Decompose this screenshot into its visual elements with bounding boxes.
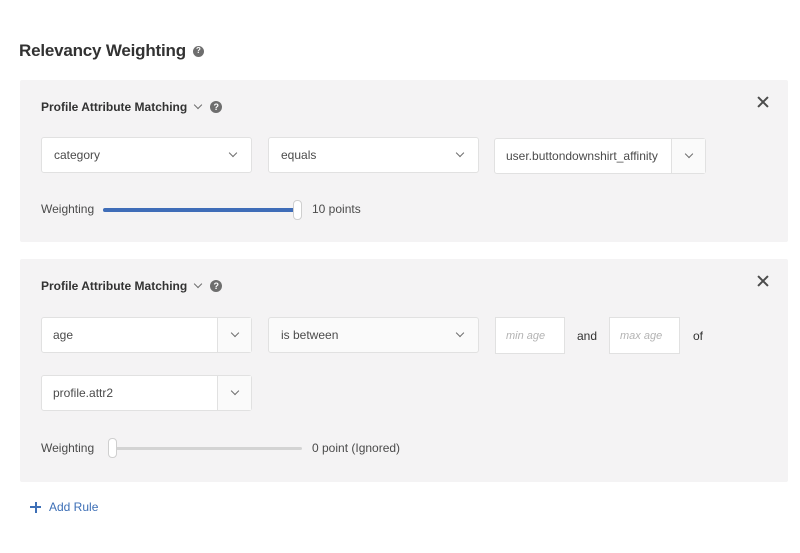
chevron-down-icon: [230, 386, 239, 396]
rule-type-dropdown[interactable]: Profile Attribute Matching ?: [41, 100, 223, 114]
remove-rule-close-icon[interactable]: [756, 95, 770, 109]
weighting-slider[interactable]: [103, 200, 302, 220]
min-age-input[interactable]: min age: [495, 317, 565, 354]
slider-fill: [103, 208, 297, 212]
chevron-down-icon: [230, 328, 239, 338]
attribute-combobox-input[interactable]: age: [42, 318, 218, 352]
rule-type-dropdown[interactable]: Profile Attribute Matching ?: [41, 279, 223, 293]
section-title: Relevancy Weighting ?: [19, 41, 204, 61]
help-icon[interactable]: ?: [210, 101, 223, 113]
chevron-down-icon[interactable]: [193, 279, 203, 289]
operator-select[interactable]: equals: [268, 137, 479, 173]
remove-rule-close-icon[interactable]: [756, 274, 770, 288]
rule-type-label: Profile Attribute Matching: [41, 100, 188, 114]
value-combobox-button[interactable]: [672, 139, 705, 173]
value-combobox-input[interactable]: user.buttondownshirt_affinity: [495, 139, 672, 173]
operator-select[interactable]: is between: [268, 317, 479, 353]
plus-icon: [30, 501, 41, 513]
chevron-down-icon: [455, 328, 465, 338]
and-text: and: [577, 329, 598, 343]
operator-select-value: is between: [281, 328, 339, 342]
add-rule-label: Add Rule: [49, 500, 99, 514]
weighting-label: Weighting: [41, 202, 95, 216]
weighting-label: Weighting: [41, 441, 95, 455]
source-combobox: profile.attr2: [41, 375, 252, 411]
slider-track: [108, 447, 302, 450]
attribute-combobox: age: [41, 317, 252, 353]
weighting-value: 10 points: [312, 202, 361, 216]
chevron-down-icon: [455, 148, 465, 158]
operator-select-value: equals: [281, 148, 317, 162]
weighting-slider[interactable]: [108, 438, 302, 458]
chevron-down-icon: [684, 149, 693, 159]
attribute-select[interactable]: category: [41, 137, 252, 173]
chevron-down-icon[interactable]: [193, 100, 203, 110]
of-text: of: [693, 329, 704, 343]
max-age-input[interactable]: max age: [609, 317, 680, 354]
source-combobox-button[interactable]: [218, 376, 251, 410]
relevancy-weighting-page: Relevancy Weighting ? Profile Attribute …: [0, 0, 800, 553]
rule-panel-1: Profile Attribute Matching ? category eq…: [20, 80, 788, 242]
rule-panel-2: Profile Attribute Matching ? age is betw…: [20, 259, 788, 482]
help-icon[interactable]: ?: [210, 280, 223, 292]
attribute-combobox-button[interactable]: [218, 318, 251, 352]
chevron-down-icon: [228, 148, 238, 158]
attribute-select-value: category: [54, 148, 101, 162]
source-combobox-input[interactable]: profile.attr2: [42, 376, 218, 410]
rule-type-label: Profile Attribute Matching: [41, 279, 188, 293]
value-combobox: user.buttondownshirt_affinity: [494, 138, 706, 174]
section-title-text: Relevancy Weighting: [19, 41, 186, 60]
add-rule-button[interactable]: Add Rule: [30, 500, 98, 514]
help-icon[interactable]: ?: [192, 45, 204, 57]
slider-handle[interactable]: [108, 438, 117, 458]
weighting-value: 0 point (Ignored): [312, 441, 401, 455]
slider-handle[interactable]: [293, 200, 302, 220]
